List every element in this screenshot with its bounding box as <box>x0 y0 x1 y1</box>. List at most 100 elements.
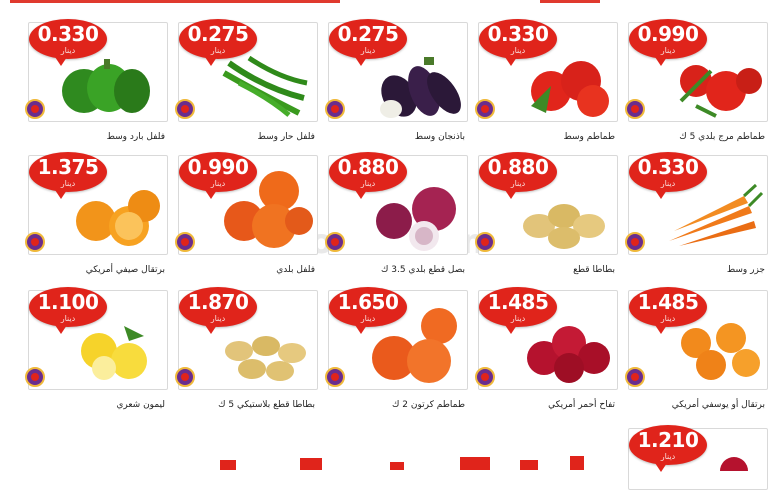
price-badge: 0.990 دينار <box>179 152 257 199</box>
product-label: طماطم مرج بلدي 5 ك <box>679 132 765 142</box>
currency-label: دينار <box>360 46 376 55</box>
price-value: 1.375 <box>37 155 99 179</box>
currency-label: دينار <box>60 46 76 55</box>
price-value: 0.330 <box>37 22 99 46</box>
product-card-baby-potato[interactable]: 1.870 دينار <box>175 287 318 390</box>
currency-label: دينار <box>660 314 676 323</box>
product-card-red-apple[interactable]: 1.485 دينار <box>475 287 618 390</box>
price-badge: 0.330 دينار <box>29 19 107 66</box>
product-label: برتقال أو يوسفي أمريكي <box>671 400 765 410</box>
product-card-carrot[interactable]: 0.330 دينار <box>625 152 768 255</box>
product-label: برتقال صيفي أمريكي <box>85 265 165 275</box>
seal-icon <box>175 232 195 252</box>
price-value: 1.485 <box>487 290 549 314</box>
price-value: 1.870 <box>187 290 249 314</box>
product-card-tangerine[interactable]: 0.990 دينار <box>175 152 318 255</box>
currency-label: دينار <box>360 314 376 323</box>
currency-label: دينار <box>510 314 526 323</box>
price-value: 1.100 <box>37 290 99 314</box>
product-label: ليمون شعري <box>116 400 165 410</box>
seal-icon <box>25 99 45 119</box>
partial-product-image <box>720 457 748 471</box>
product-label: جزر وسط <box>726 265 765 275</box>
currency-label: دينار <box>510 179 526 188</box>
currency-label: دينار <box>210 314 226 323</box>
seal-icon <box>175 99 195 119</box>
product-label: طماطم وسط <box>563 132 615 142</box>
price-value: 0.990 <box>187 155 249 179</box>
product-card-partial[interactable]: 1.210 دينار <box>628 425 768 490</box>
product-label: فلفل حار وسط <box>257 132 315 142</box>
baby-potato-image <box>225 336 306 381</box>
red-onion-image <box>376 187 456 251</box>
product-card-tomato[interactable]: 0.330 دينار <box>475 19 618 122</box>
green-pepper-image <box>62 59 150 113</box>
price-badge: 0.880 دينار <box>479 152 557 199</box>
seal-icon <box>325 99 345 119</box>
currency-label: دينار <box>210 179 226 188</box>
product-label: بطاطا قطع <box>573 265 615 275</box>
product-label: تفاح أحمر أمريكي <box>548 400 615 410</box>
product-label: بطاطا قطع بلاستيكي 5 ك <box>218 400 315 410</box>
price-badge: 1.485 دينار <box>479 287 557 334</box>
product-label: فلفل بارد وسط <box>106 132 165 142</box>
currency-label: دينار <box>660 452 676 461</box>
product-label: فلفل بلدي <box>276 265 315 275</box>
top-accent-bar-right <box>540 0 600 3</box>
product-card-lemon[interactable]: 1.100 دينار <box>25 287 168 390</box>
seal-icon <box>625 232 645 252</box>
price-badge: 1.870 دينار <box>179 287 257 334</box>
seal-icon <box>475 99 495 119</box>
seal-icon <box>475 367 495 387</box>
lemon-image <box>81 326 147 380</box>
price-badge: 0.275 دينار <box>329 19 407 66</box>
product-card-potato[interactable]: 0.880 دينار <box>475 152 618 255</box>
carrot-image <box>669 183 764 246</box>
orange-image <box>76 190 160 246</box>
price-badge: 1.650 دينار <box>329 287 407 334</box>
price-value: 0.275 <box>187 22 249 46</box>
price-value: 0.330 <box>487 22 549 46</box>
price-value: 0.275 <box>337 22 399 46</box>
seal-icon <box>175 367 195 387</box>
price-value: 0.990 <box>637 22 699 46</box>
currency-label: دينار <box>60 179 76 188</box>
bottom-banner-fragment <box>220 456 584 470</box>
seal-icon <box>625 367 645 387</box>
eggplant-image <box>380 57 461 118</box>
tomato-image <box>531 61 609 117</box>
currency-label: دينار <box>210 46 226 55</box>
price-badge: 0.275 دينار <box>179 19 257 66</box>
price-badge: 0.330 دينار <box>479 19 557 66</box>
seal-icon <box>325 232 345 252</box>
product-label: باذنجان وسط <box>414 132 465 142</box>
price-badge: 1.485 دينار <box>629 287 707 334</box>
hot-pepper-image <box>222 55 308 117</box>
seal-icon <box>25 367 45 387</box>
seal-icon <box>325 367 345 387</box>
product-card-vine-tomato[interactable]: 0.990 دينار <box>625 19 768 122</box>
price-value: 0.330 <box>637 155 699 179</box>
price-value: 0.880 <box>337 155 399 179</box>
price-value: 1.485 <box>637 290 699 314</box>
product-card-tomato-box[interactable]: 1.650 دينار <box>325 287 468 390</box>
price-badge: 1.210 دينار <box>629 425 707 472</box>
price-badge: 1.375 دينار <box>29 152 107 199</box>
seal-icon <box>475 232 495 252</box>
product-card-orange[interactable]: 1.375 دينار <box>25 152 168 255</box>
currency-label: دينار <box>60 314 76 323</box>
price-value: 1.650 <box>337 290 399 314</box>
currency-label: دينار <box>660 46 676 55</box>
price-badge: 1.100 دينار <box>29 287 107 334</box>
product-label: بصل قطع بلدي 3.5 ك <box>380 265 465 275</box>
currency-label: دينار <box>360 179 376 188</box>
price-badge: 0.880 دينار <box>329 152 407 199</box>
product-card-eggplant[interactable]: 0.275 دينار <box>325 19 468 122</box>
vine-tomato-image <box>679 65 762 118</box>
product-card-red-onion[interactable]: 0.880 دينار <box>325 152 468 255</box>
product-card-mandarin[interactable]: 1.485 دينار <box>625 287 768 390</box>
seal-icon <box>25 232 45 252</box>
product-card-green-pepper[interactable]: 0.330 دينار <box>25 19 168 122</box>
top-accent-bar-left <box>10 0 340 3</box>
product-card-hot-pepper[interactable]: 0.275 دينار <box>175 19 318 122</box>
